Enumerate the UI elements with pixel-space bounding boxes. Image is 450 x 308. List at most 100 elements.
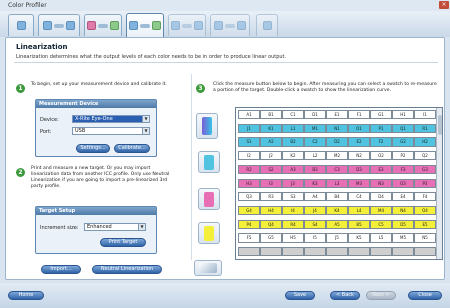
swatch-cell[interactable]: B1 — [260, 110, 282, 120]
swatch-cell[interactable]: B3 — [304, 164, 326, 175]
increment-size-select[interactable]: Enhanced ▼ — [84, 223, 146, 231]
swatch-cell[interactable]: G2 — [392, 137, 414, 147]
swatch-cell[interactable]: K2 — [282, 151, 304, 161]
save-button[interactable]: Save — [285, 291, 315, 300]
swatch-cell[interactable]: S3 — [282, 192, 304, 202]
swatch-cell[interactable]: J3 — [282, 178, 304, 188]
swatch-cell[interactable]: J2 — [260, 151, 282, 161]
swatch-cell[interactable]: B4 — [326, 192, 348, 202]
swatch-cell[interactable]: L3 — [326, 178, 348, 188]
swatch-cell[interactable]: J4 — [304, 205, 326, 216]
tab-ink-setup[interactable] — [38, 14, 80, 36]
close-window-button[interactable]: × — [439, 1, 449, 9]
swatch-cell[interactable]: I1 — [414, 110, 436, 120]
swatch-cell[interactable]: S1 — [238, 137, 260, 147]
swatch-cell[interactable] — [414, 247, 436, 257]
tab-profile-measure[interactable] — [210, 14, 250, 36]
swatch-cell[interactable]: P1 — [370, 123, 392, 133]
swatch-cell[interactable] — [370, 247, 392, 257]
swatch-cell[interactable]: Q2 — [414, 151, 436, 161]
swatch-cell[interactable] — [282, 247, 304, 257]
swatch-cell[interactable]: F2 — [370, 137, 392, 147]
device-select[interactable]: X-Rite Eye-One ▼ — [72, 115, 150, 123]
back-button[interactable]: < Back — [330, 291, 360, 300]
swatch-cell[interactable]: M3 — [348, 178, 370, 188]
curve-button[interactable] — [194, 260, 222, 276]
swatch-cell[interactable]: R3 — [260, 192, 282, 202]
swatch-cell[interactable] — [260, 247, 282, 257]
swatch-cell[interactable]: M4 — [370, 205, 392, 216]
swatch-cell[interactable] — [238, 247, 260, 257]
tab-ink-limits[interactable] — [84, 14, 122, 36]
swatch-cell[interactable] — [392, 247, 414, 257]
swatch-cell[interactable]: A2 — [260, 137, 282, 147]
swatch-cell[interactable]: F4 — [414, 192, 436, 202]
tab-save-profile[interactable] — [256, 14, 278, 36]
tab-linearization[interactable] — [126, 13, 164, 37]
swatch-cell[interactable]: A3 — [282, 164, 304, 175]
swatch-cell[interactable]: L4 — [348, 205, 370, 216]
print-target-button[interactable]: Print Target — [100, 238, 146, 247]
swatch-cell[interactable]: J1 — [238, 123, 260, 133]
swatch-cell[interactable]: G4 — [238, 205, 260, 216]
swatch-cell[interactable]: O4 — [414, 205, 436, 216]
cyan-channel-button[interactable] — [198, 151, 220, 173]
swatch-cell[interactable]: M5 — [392, 233, 414, 243]
swatch-cell[interactable]: Q1 — [392, 123, 414, 133]
swatch-cell[interactable]: C1 — [282, 110, 304, 120]
swatch-cell[interactable]: C5 — [370, 219, 392, 229]
swatch-cell[interactable]: N5 — [414, 233, 436, 243]
swatch-cell[interactable]: N4 — [392, 205, 414, 216]
swatch-cell[interactable]: Q3 — [238, 192, 260, 202]
swatch-cell[interactable]: E3 — [370, 164, 392, 175]
swatch-cell[interactable]: E4 — [392, 192, 414, 202]
swatch-cell[interactable]: R1 — [414, 123, 436, 133]
measure-button[interactable] — [196, 113, 218, 139]
swatch-cell[interactable]: C2 — [304, 137, 326, 147]
swatch-cell[interactable]: P4 — [238, 219, 260, 229]
magenta-channel-button[interactable] — [198, 188, 220, 210]
swatch-cell[interactable]: D1 — [304, 110, 326, 120]
swatch-cell[interactable]: H2 — [414, 137, 436, 147]
swatch-cell[interactable]: I5 — [304, 233, 326, 243]
swatch-cell[interactable] — [304, 247, 326, 257]
swatch-cell[interactable]: K3 — [304, 178, 326, 188]
swatch-cell[interactable]: R2 — [238, 164, 260, 175]
swatch-cell[interactable]: R4 — [282, 219, 304, 229]
swatch-cell[interactable]: O3 — [392, 178, 414, 188]
swatch-cell[interactable]: D4 — [370, 192, 392, 202]
import-button[interactable]: Import... — [41, 265, 81, 274]
swatch-cell[interactable] — [348, 247, 370, 257]
swatch-cell[interactable]: I3 — [260, 178, 282, 188]
swatch-cell[interactable]: L1 — [282, 123, 304, 133]
swatch-cell[interactable]: L2 — [304, 151, 326, 161]
swatch-cell[interactable]: O1 — [348, 123, 370, 133]
swatch-cell[interactable]: F5 — [238, 233, 260, 243]
swatch-cell[interactable]: F1 — [348, 110, 370, 120]
swatch-cell[interactable]: Q4 — [260, 219, 282, 229]
swatch-cell[interactable]: A5 — [326, 219, 348, 229]
port-select[interactable]: USB ▼ — [72, 127, 150, 135]
swatch-cell[interactable]: H4 — [260, 205, 282, 216]
swatch-cell[interactable]: S4 — [304, 219, 326, 229]
swatch-cell[interactable]: J5 — [326, 233, 348, 243]
swatch-cell[interactable]: O2 — [370, 151, 392, 161]
swatch-cell[interactable]: M1 — [304, 123, 326, 133]
yellow-channel-button[interactable] — [198, 222, 220, 244]
swatch-cell[interactable]: P3 — [414, 178, 436, 188]
swatch-cell[interactable]: P2 — [392, 151, 414, 161]
swatch-cell[interactable]: G3 — [414, 164, 436, 175]
swatch-cell[interactable]: H3 — [238, 178, 260, 188]
swatch-cell[interactable]: H1 — [392, 110, 414, 120]
swatch-cell[interactable]: D5 — [392, 219, 414, 229]
swatch-cell[interactable]: A4 — [304, 192, 326, 202]
grid-scrollbar[interactable] — [436, 108, 442, 259]
swatch-cell[interactable]: M2 — [326, 151, 348, 161]
close-button[interactable]: Close — [408, 291, 442, 300]
swatch-cell[interactable]: D2 — [326, 137, 348, 147]
swatch-cell[interactable]: C3 — [326, 164, 348, 175]
swatch-cell[interactable]: N1 — [326, 123, 348, 133]
tab-profile-target[interactable] — [168, 14, 206, 36]
home-button[interactable]: Home — [8, 291, 44, 300]
swatch-cell[interactable]: D3 — [348, 164, 370, 175]
